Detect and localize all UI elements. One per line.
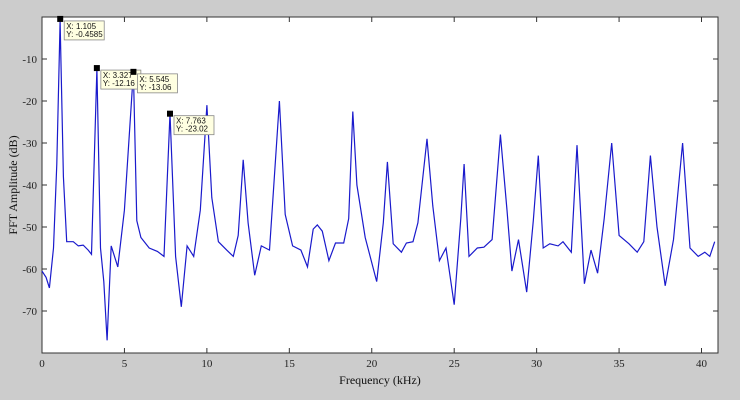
datatip-y-text: Y: -0.4585: [66, 30, 103, 39]
x-axis-label: Frequency (kHz): [339, 373, 421, 387]
plot-background: [41, 16, 719, 354]
datatip-marker[interactable]: [166, 110, 173, 117]
y-axis-label: FFT Amplitude (dB): [6, 135, 20, 234]
x-tick-label: 40: [696, 358, 708, 370]
x-tick-label: 0: [39, 358, 45, 370]
fft-chart: 0 5 10 15 20 25 30 35 40-10-20-30-40-50-60-70 X:…: [6, 15, 719, 387]
x-tick-label: 5: [122, 358, 128, 370]
x-tick-label: 20: [366, 358, 378, 370]
datatip-marker[interactable]: [130, 68, 137, 75]
datatip-y-text: Y: -23.02: [176, 125, 209, 134]
y-tick-label: -40: [22, 180, 37, 192]
x-tick-label: 15: [284, 358, 296, 370]
y-tick-label: -30: [22, 138, 37, 150]
datatip-y-text: Y: -12.16: [103, 79, 136, 88]
datatip-marker[interactable]: [93, 65, 100, 72]
x-tick-label: 25: [449, 358, 461, 370]
y-tick-label: -20: [22, 96, 37, 108]
y-tick-label: -60: [22, 264, 37, 276]
y-tick-label: -10: [22, 54, 37, 66]
x-tick-label: 30: [531, 358, 543, 370]
y-tick-label: -70: [22, 306, 37, 318]
y-tick-label: -50: [22, 222, 37, 234]
datatip-marker[interactable]: [57, 15, 64, 22]
x-tick-label: 35: [614, 358, 626, 370]
datatip-y-text: Y: -13.06: [139, 83, 172, 92]
x-tick-label: 10: [201, 358, 213, 370]
